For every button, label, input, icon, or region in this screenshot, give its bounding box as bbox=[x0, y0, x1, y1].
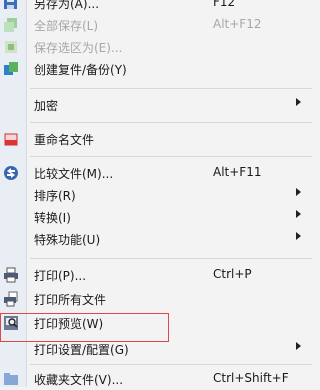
menu-item-label: 打印所有文件 bbox=[34, 293, 107, 307]
menu-item-shortcut: F12 bbox=[213, 0, 236, 9]
menu-item-label: 比较文件(M)... bbox=[34, 167, 114, 181]
menu-item-label: 保存选区为(E)... bbox=[34, 41, 123, 55]
menu-item-convert[interactable]: 转换(I) bbox=[0, 206, 312, 228]
menu-item-label: 打印(P)... bbox=[34, 269, 87, 283]
submenu-arrow-icon bbox=[296, 188, 301, 196]
save-selection-icon bbox=[5, 41, 17, 53]
menu-item-shortcut: Ctrl+Shift+F bbox=[213, 371, 289, 385]
menu-item-shortcut: Alt+F12 bbox=[213, 17, 262, 31]
menu-item-label: 加密 bbox=[34, 99, 59, 113]
menu-item-special-functions[interactable]: 特殊功能(U) bbox=[0, 228, 312, 250]
menu-item-print[interactable]: 打印(P)... Ctrl+P bbox=[0, 264, 312, 286]
menu-separator bbox=[30, 364, 312, 365]
save-all-icon bbox=[4, 18, 17, 32]
menu-item-label: 收藏夹文件(V)... bbox=[34, 373, 124, 387]
menu-item-save-all[interactable]: 全部保存(L) Alt+F12 bbox=[0, 14, 312, 36]
menu-separator bbox=[30, 88, 312, 89]
menu-item-label: 排序(R) bbox=[34, 189, 76, 203]
menu-item-encrypt[interactable]: 加密 bbox=[0, 94, 312, 116]
compare-icon bbox=[4, 166, 18, 180]
submenu-arrow-icon bbox=[296, 210, 301, 218]
rename-file-icon bbox=[4, 133, 18, 146]
backup-icon bbox=[4, 62, 18, 75]
menu-item-shortcut: Ctrl+P bbox=[213, 267, 252, 281]
favorites-folder-icon bbox=[4, 373, 18, 385]
submenu-arrow-icon bbox=[296, 98, 301, 106]
submenu-arrow-icon bbox=[296, 232, 301, 240]
menu-item-label: 转换(I) bbox=[34, 211, 71, 225]
menu-separator bbox=[30, 156, 312, 157]
printer-icon bbox=[4, 267, 18, 283]
menu-item-print-setup[interactable]: 打印设置/配置(G) bbox=[0, 338, 312, 360]
menu-item-label: 重命名文件 bbox=[34, 133, 95, 147]
menu-item-save-as[interactable]: 另存为(A)... F12 bbox=[0, 0, 312, 14]
menu-item-compare-files[interactable]: 比较文件(M)... Alt+F11 bbox=[0, 162, 312, 184]
save-as-icon bbox=[4, 0, 17, 9]
menu-item-sort[interactable]: 排序(R) bbox=[0, 184, 312, 206]
menu-item-label: 创建复件/备份(Y) bbox=[34, 63, 127, 77]
submenu-arrow-icon bbox=[296, 342, 301, 350]
menu-item-shortcut: Alt+F11 bbox=[213, 165, 262, 179]
menu-item-save-selection[interactable]: 保存选区为(E)... bbox=[0, 36, 312, 58]
menu-separator bbox=[30, 122, 312, 123]
menu-item-label: 打印设置/配置(G) bbox=[34, 343, 129, 357]
menu-item-create-backup[interactable]: 创建复件/备份(Y) bbox=[0, 58, 312, 80]
file-menu: 另存为(A)... F12 全部保存(L) Alt+F12 保存选区为(E)..… bbox=[0, 0, 312, 387]
menu-item-label: 另存为(A)... bbox=[34, 0, 100, 11]
menu-separator bbox=[30, 258, 312, 259]
menu-item-rename-file[interactable]: 重命名文件 bbox=[0, 128, 312, 150]
print-all-icon bbox=[4, 291, 18, 307]
menu-item-label: 全部保存(L) bbox=[34, 19, 99, 33]
menu-item-print-all[interactable]: 打印所有文件 bbox=[0, 288, 312, 310]
menu-item-label: 特殊功能(U) bbox=[34, 233, 101, 247]
